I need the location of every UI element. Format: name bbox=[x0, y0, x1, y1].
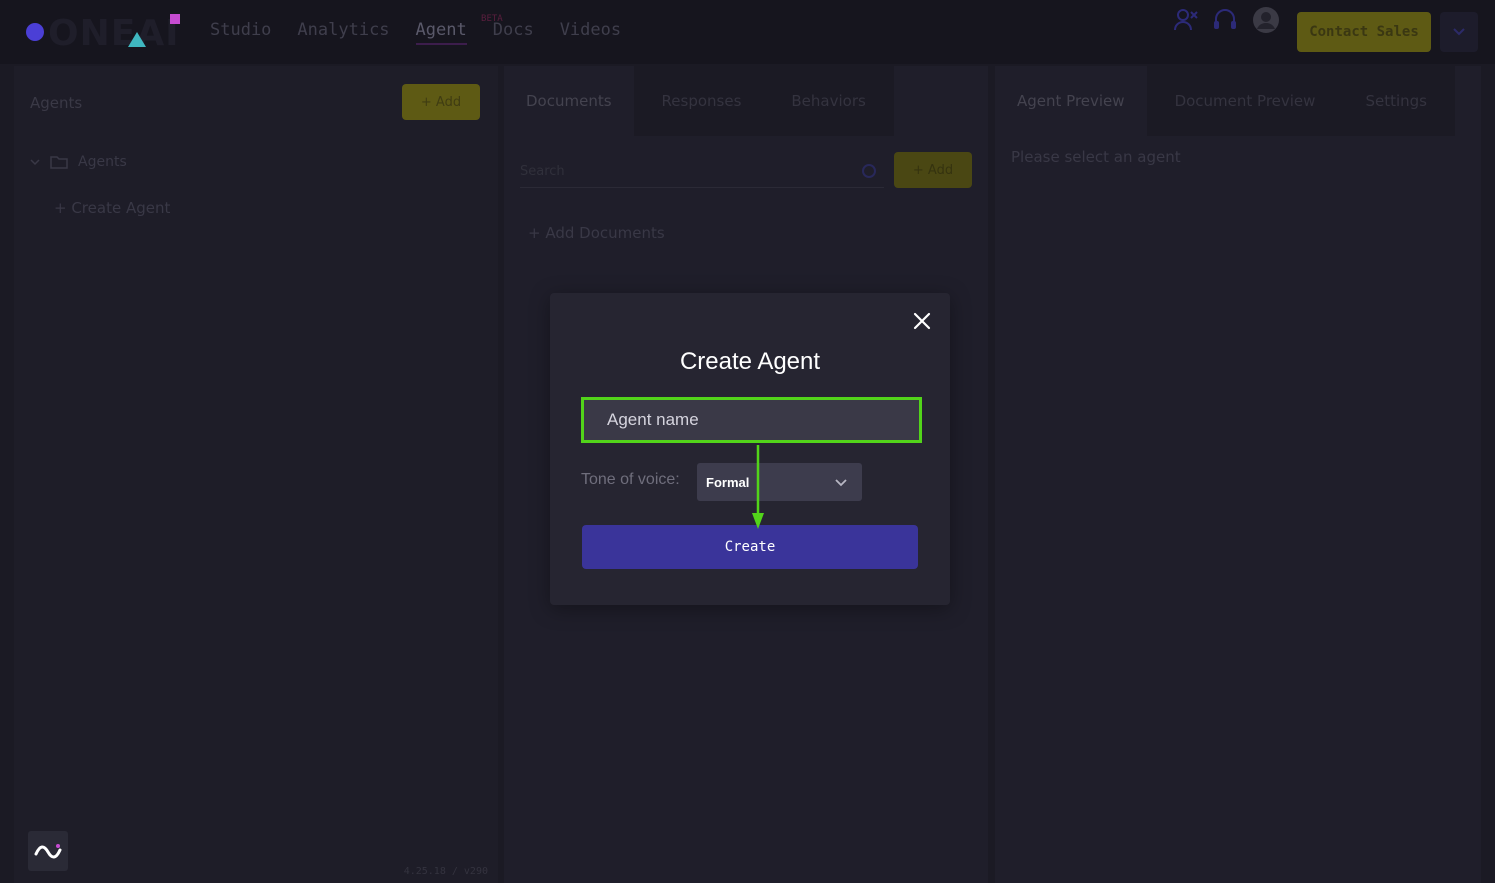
logo-dot bbox=[26, 23, 44, 41]
add-documents-link[interactable]: + Add Documents bbox=[528, 224, 665, 242]
tone-select[interactable]: Formal bbox=[697, 463, 862, 501]
create-agent-link[interactable]: + Create Agent bbox=[54, 199, 170, 217]
chevron-down-icon bbox=[30, 159, 40, 166]
tab-behaviors[interactable]: Behaviors bbox=[769, 66, 894, 136]
wave-logo-icon bbox=[34, 844, 62, 859]
tab-agent-preview[interactable]: Agent Preview bbox=[995, 66, 1153, 136]
empty-state-message: Please select an agent bbox=[1011, 148, 1181, 166]
agents-panel: Agents + Add Agents + Create Agent 4.25.… bbox=[14, 66, 498, 883]
create-agent-dialog: Create Agent Tone of voice: Formal Creat… bbox=[550, 293, 950, 605]
chevron-down-icon bbox=[1453, 28, 1465, 36]
tab-documents[interactable]: Documents bbox=[504, 66, 640, 136]
nav-analytics[interactable]: Analytics bbox=[297, 20, 389, 45]
search-placeholder: Search bbox=[520, 164, 565, 179]
headset-icon[interactable] bbox=[1211, 6, 1239, 34]
preview-panel: Agent Preview Document Preview Settings … bbox=[995, 66, 1481, 883]
tree-folder-agents[interactable]: Agents bbox=[30, 154, 127, 170]
tone-value: Formal bbox=[706, 474, 750, 490]
chevron-down-icon bbox=[835, 479, 847, 487]
logo-triangle bbox=[128, 32, 146, 47]
nav-agent[interactable]: Agent BETA bbox=[415, 14, 503, 45]
tab-responses[interactable]: Responses bbox=[639, 66, 770, 136]
account-menu-toggle[interactable] bbox=[1440, 12, 1478, 52]
agent-name-field-highlight bbox=[581, 397, 922, 443]
folder-icon bbox=[50, 156, 68, 169]
search-input[interactable]: Search bbox=[520, 154, 884, 188]
add-agent-button[interactable]: + Add bbox=[402, 84, 480, 120]
search-icon bbox=[862, 164, 876, 178]
dialog-title: Create Agent bbox=[679, 348, 821, 375]
top-navbar: ONEAI Studio Analytics Agent BETA Docs V… bbox=[0, 0, 1495, 64]
nav-videos[interactable]: Videos bbox=[560, 20, 621, 45]
logo-text: ONEAI bbox=[48, 13, 180, 54]
avatar-icon[interactable] bbox=[1252, 6, 1280, 34]
tone-label: Tone of voice: bbox=[581, 471, 680, 488]
beta-badge: BETA bbox=[481, 14, 503, 24]
oneai-logo[interactable]: ONEAI bbox=[18, 10, 183, 54]
contact-sales-button[interactable]: Contact Sales bbox=[1297, 12, 1431, 52]
main-nav: Studio Analytics Agent BETA Docs Videos bbox=[210, 14, 621, 45]
tree-folder-label: Agents bbox=[78, 154, 127, 170]
agent-name-input[interactable] bbox=[584, 400, 919, 440]
create-button[interactable]: Create bbox=[582, 525, 918, 569]
preview-tabs: Agent Preview Document Preview Settings bbox=[995, 66, 1455, 136]
users-icon[interactable] bbox=[1172, 6, 1200, 34]
close-icon[interactable] bbox=[912, 311, 932, 331]
nav-agent-label: Agent bbox=[415, 20, 467, 40]
logo-square bbox=[170, 14, 180, 24]
app-mark[interactable] bbox=[28, 831, 68, 871]
documents-tabs: Documents Responses Behaviors bbox=[504, 66, 894, 136]
nav-studio[interactable]: Studio bbox=[210, 20, 271, 45]
panel-title: Agents bbox=[30, 94, 83, 112]
tab-document-preview[interactable]: Document Preview bbox=[1152, 66, 1344, 136]
add-document-button[interactable]: + Add bbox=[894, 152, 972, 188]
tab-settings[interactable]: Settings bbox=[1343, 66, 1455, 136]
version-label: 4.25.18 / v290 bbox=[403, 866, 488, 877]
